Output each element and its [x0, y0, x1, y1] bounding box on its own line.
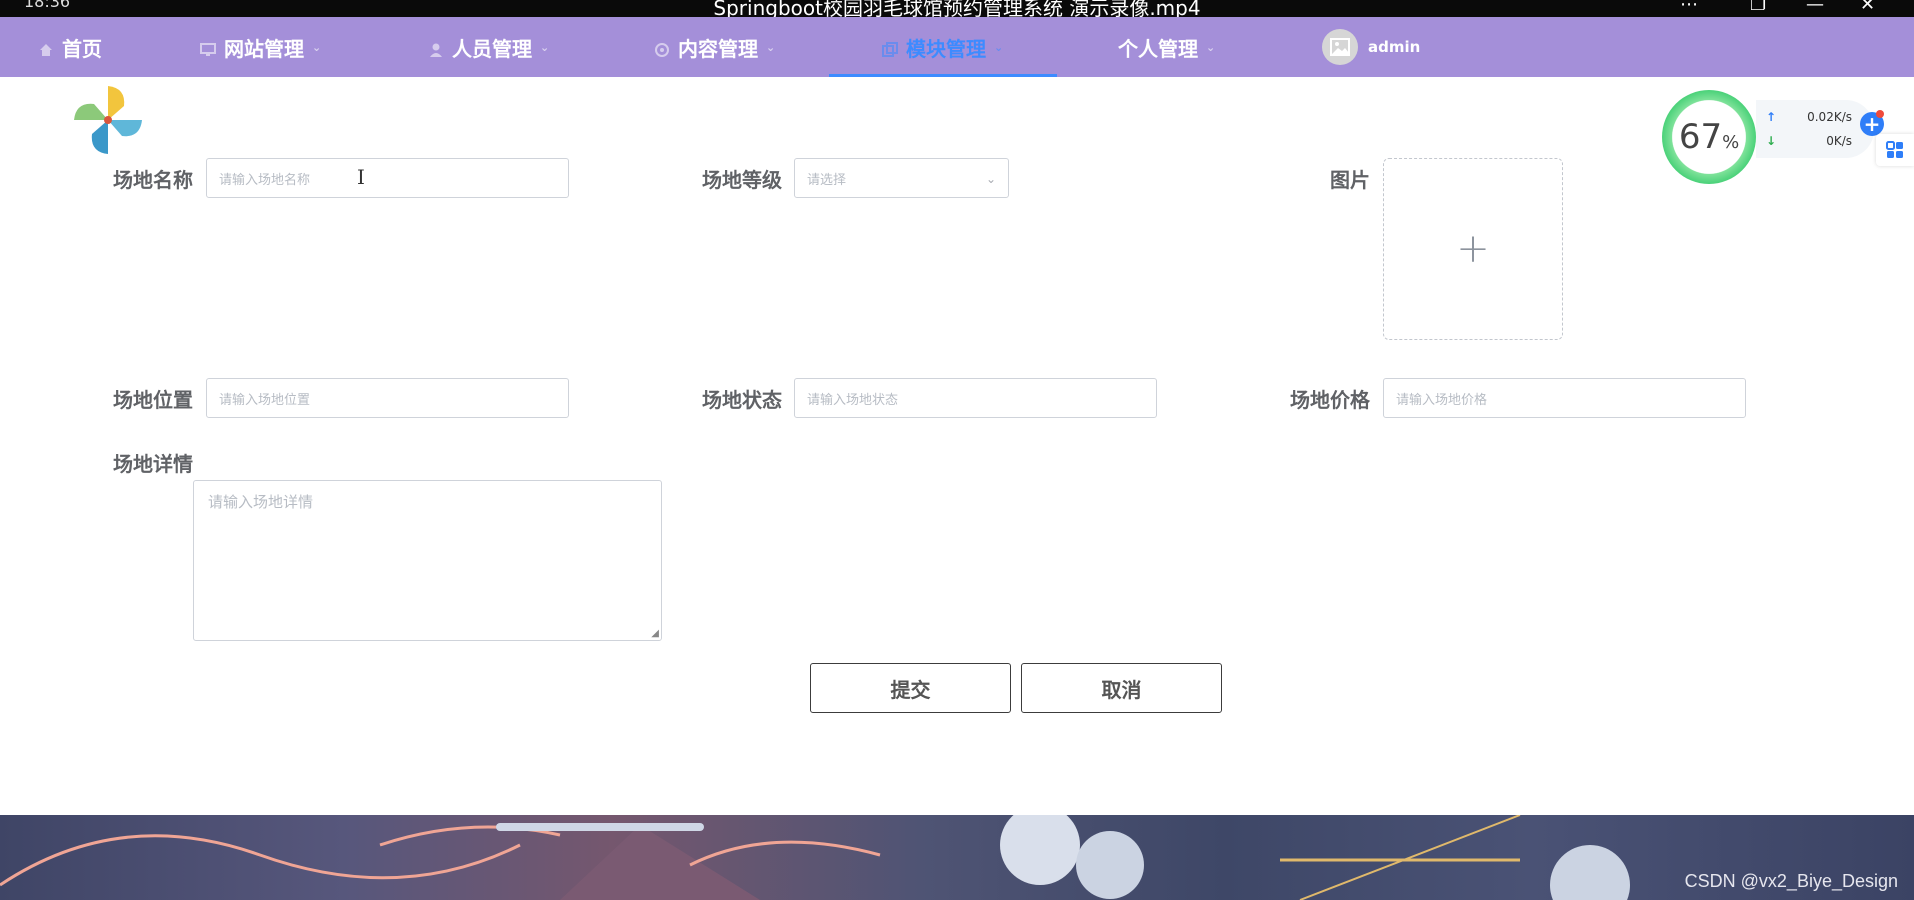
network-speed-widget[interactable]: 67% ↑ 0.02K/s ↓ 0K/s +	[1658, 86, 1888, 186]
apps-grid-icon[interactable]	[1876, 134, 1914, 166]
usage-percent: 67	[1678, 117, 1723, 157]
monitor-icon	[200, 39, 216, 56]
pinwheel-logo	[68, 80, 148, 160]
home-icon	[38, 39, 54, 56]
user-menu[interactable]: admin	[1322, 17, 1420, 77]
chevron-down-icon: ⌄	[766, 40, 776, 54]
nav-label: 人员管理	[452, 36, 532, 61]
upload-speed-value: 0.02K/s	[1807, 110, 1852, 124]
venue-price-label: 场地价格	[1290, 388, 1370, 412]
nav-label: 首页	[62, 36, 102, 61]
close-icon[interactable]: ✕	[1860, 0, 1875, 15]
venue-location-input[interactable]: 请输入场地位置	[206, 378, 569, 418]
nav-item-site-management[interactable]: 网站管理 ⌄	[200, 17, 321, 77]
nav-label: 模块管理	[906, 36, 986, 61]
venue-status-placeholder: 请输入场地状态	[807, 392, 899, 408]
download-speed-value: 0K/s	[1826, 134, 1852, 148]
chevron-down-icon: ⌄	[312, 40, 322, 54]
more-icon[interactable]: ⋯	[1680, 0, 1698, 15]
venue-name-label: 场地名称	[113, 168, 193, 192]
decorative-background: CSDN @vx2_Biye_Design	[0, 815, 1914, 900]
nav-item-home[interactable]: 首页	[38, 17, 102, 77]
speed-panel: ↑ 0.02K/s ↓ 0K/s	[1756, 100, 1874, 158]
venue-level-select[interactable]: 请选择 ⌄	[794, 158, 1009, 198]
usage-percent-sign: %	[1722, 131, 1740, 153]
arrow-up-icon: ↑	[1766, 110, 1777, 124]
resize-grip-icon[interactable]: ◢	[651, 628, 659, 639]
nav-item-module-management[interactable]: 模块管理 ⌄	[882, 17, 1003, 77]
venue-location-placeholder: 请输入场地位置	[219, 392, 311, 408]
username: admin	[1368, 38, 1421, 56]
image-icon	[1330, 38, 1350, 56]
circle-icon	[654, 39, 670, 57]
copy-icon	[882, 39, 898, 57]
venue-name-input[interactable]: 请输入场地名称	[206, 158, 569, 198]
text-cursor-icon: I	[357, 165, 365, 189]
chevron-down-icon: ⌄	[1206, 40, 1216, 54]
active-tab-underline	[829, 74, 1057, 77]
chevron-down-icon: ⌄	[994, 40, 1004, 54]
cancel-button[interactable]: 取消	[1021, 663, 1222, 713]
nav-item-personal-management[interactable]: 个人管理 ⌄	[1118, 17, 1215, 77]
venue-price-input[interactable]: 请输入场地价格	[1383, 378, 1746, 418]
venue-level-placeholder: 请选择	[807, 172, 847, 188]
top-navbar: 首页 网站管理 ⌄ 人员管理 ⌄ 内容管理 ⌄ 模块管理 ⌄ 个人管理 ⌄	[0, 17, 1914, 77]
minimize-icon[interactable]: —	[1806, 0, 1824, 15]
venue-price-placeholder: 请输入场地价格	[1396, 392, 1488, 408]
window-titlebar: 18:36 Springboot校园羽毛球馆预约管理系统 演示录像.mp4 ⋯ …	[0, 0, 1914, 17]
venue-location-label: 场地位置	[113, 388, 193, 412]
chevron-down-icon: ⌄	[985, 172, 996, 186]
watermark: CSDN @vx2_Biye_Design	[1684, 871, 1898, 891]
nav-label: 网站管理	[224, 36, 304, 61]
arrow-down-icon: ↓	[1766, 134, 1777, 148]
image-label: 图片	[1330, 168, 1370, 192]
notification-dot	[1876, 110, 1884, 118]
usage-gauge: 67%	[1662, 90, 1756, 184]
chevron-down-icon: ⌄	[540, 40, 550, 54]
image-upload[interactable]: +	[1383, 158, 1563, 340]
venue-status-input[interactable]: 请输入场地状态	[794, 378, 1157, 418]
venue-detail-placeholder: 请输入场地详情	[208, 493, 314, 511]
window-title: Springboot校园羽毛球馆预约管理系统 演示录像.mp4	[713, 0, 1201, 17]
submit-button[interactable]: 提交	[810, 663, 1011, 713]
nav-item-people-management[interactable]: 人员管理 ⌄	[428, 17, 549, 77]
avatar	[1322, 29, 1358, 65]
venue-detail-textarea[interactable]: 请输入场地详情 ◢	[193, 480, 662, 641]
wave-decoration	[0, 815, 1630, 900]
venue-name-placeholder: 请输入场地名称	[219, 172, 311, 188]
nav-label: 个人管理	[1118, 36, 1198, 61]
venue-detail-label: 场地详情	[113, 452, 193, 476]
plus-icon: +	[1456, 226, 1490, 272]
person-icon	[428, 39, 444, 57]
restore-icon[interactable]: ❐	[1750, 0, 1766, 15]
nav-label: 内容管理	[678, 36, 758, 61]
venue-level-label: 场地等级	[702, 168, 782, 192]
venue-status-label: 场地状态	[702, 388, 782, 412]
nav-item-content-management[interactable]: 内容管理 ⌄	[654, 17, 775, 77]
